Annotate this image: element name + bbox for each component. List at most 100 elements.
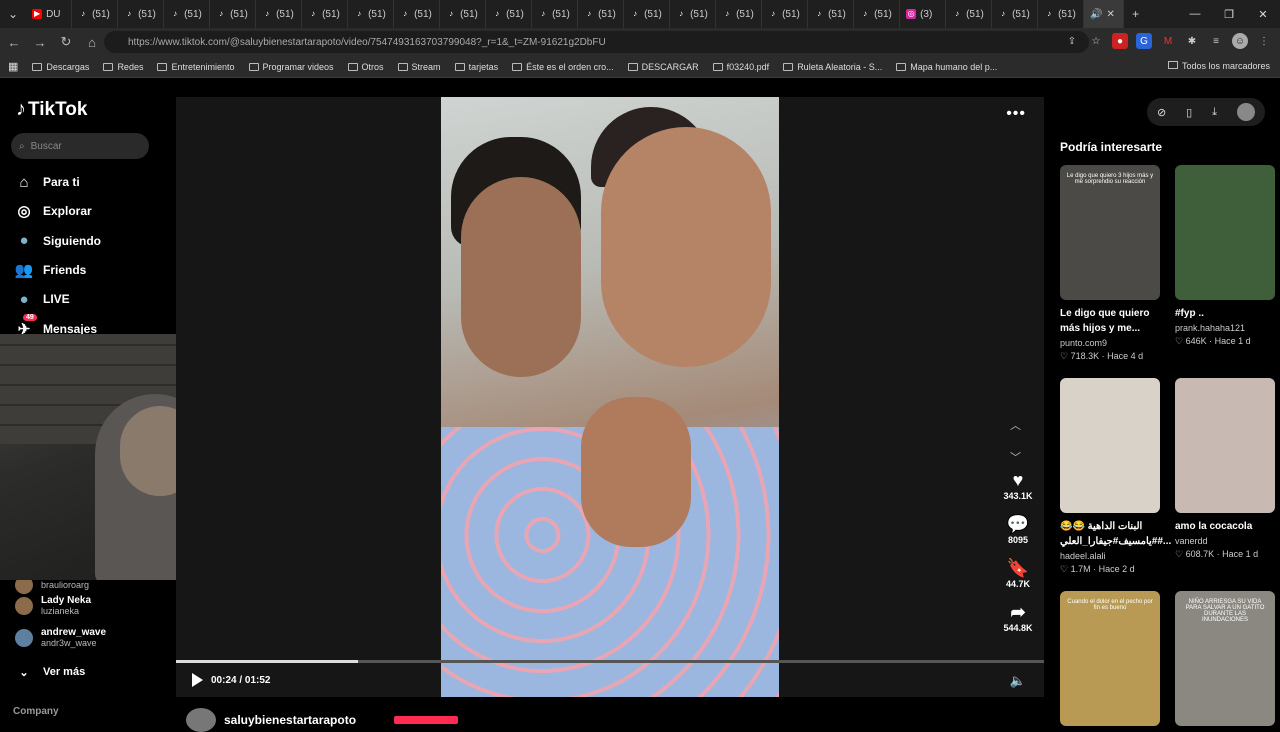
author-row[interactable]: saluybienestartarapoto [186, 708, 459, 732]
browser-tab[interactable]: ♪ (51) [762, 0, 809, 28]
see-more-button[interactable]: ⌄ Ver más [15, 663, 85, 681]
bookmark-item[interactable]: Mapa humano del p... [896, 62, 997, 72]
browser-tab[interactable]: ♪ (51) [854, 0, 901, 28]
browser-tab[interactable]: ♪ (51) [210, 0, 257, 28]
share-button[interactable]: ➦ 544.8K [998, 601, 1038, 633]
browser-tab[interactable]: ♪ (51) [1038, 0, 1085, 28]
browser-tab[interactable]: ▶ DU [26, 0, 73, 28]
like-button[interactable]: ♥ 343.1K [998, 469, 1038, 501]
play-icon[interactable] [192, 673, 203, 687]
company-link[interactable]: Company [13, 706, 59, 717]
extension-m-icon[interactable]: M [1160, 33, 1176, 49]
browser-tab[interactable]: ♪ (51) [670, 0, 717, 28]
home-browser-icon[interactable]: ⌂ [80, 30, 104, 54]
bookmark-item[interactable]: Entretenimiento [157, 62, 235, 72]
suggested-video-card[interactable]: NIÑO ARRIESGA SU VIDA PARA SALVAR A UN G… [1175, 591, 1277, 726]
browser-tab[interactable]: ♪ (51) [532, 0, 579, 28]
all-bookmarks[interactable]: Todos los marcadores [1167, 61, 1270, 71]
url-field[interactable]: https://www.tiktok.com/@saluybienestarta… [104, 31, 1089, 53]
forward-icon[interactable]: → [28, 30, 52, 54]
volume-icon[interactable]: 🔈 [1010, 673, 1026, 689]
browser-tab[interactable]: ♪ (51) [118, 0, 165, 28]
following-account[interactable]: andrew_wave andr3w_wave [15, 627, 106, 649]
browser-tab[interactable]: ♪ (51) [72, 0, 119, 28]
suggested-video-card[interactable]: Cuando el dolor en el pecho por fin es b… [1060, 591, 1162, 726]
puzzle-icon[interactable]: ✱ [1184, 33, 1200, 49]
browser-tab[interactable]: ♪ (51) [394, 0, 441, 28]
following-account[interactable]: Lady Neka luzianeka [15, 595, 91, 617]
active-tab[interactable]: 🔊 ✕ [1084, 0, 1125, 28]
video-thumbnail[interactable] [1175, 165, 1275, 300]
sidebar-item-explorar[interactable]: ◎ Explorar [15, 202, 91, 220]
suggested-video-card[interactable]: البنات الداهية 😂😂 #يامسيف#جيفارا_العلي#.… [1060, 378, 1171, 575]
video-thumbnail[interactable]: NIÑO ARRIESGA SU VIDA PARA SALVAR A UN G… [1175, 591, 1275, 726]
browser-tab[interactable]: ♪ (51) [946, 0, 993, 28]
menu-icon[interactable]: ⋮ [1256, 33, 1272, 49]
suggested-video-card[interactable]: Le digo que quiero 3 hijos más y me sorp… [1060, 165, 1162, 362]
progress-bar[interactable] [176, 660, 1044, 663]
chevron-up-icon[interactable]: ︿ [1010, 417, 1021, 433]
media-icon[interactable]: ≡ [1208, 33, 1224, 49]
author-name[interactable]: saluybienestartarapoto [224, 713, 356, 727]
browser-tab[interactable]: ♪ (51) [716, 0, 763, 28]
search-input[interactable]: ⌕ Buscar [11, 133, 149, 159]
profile-icon[interactable]: ☺ [1232, 33, 1248, 49]
browser-tab[interactable]: ♪ (51) [302, 0, 349, 28]
video-thumbnail[interactable]: Cuando el dolor en el pecho por fin es b… [1060, 591, 1160, 726]
bookmark-item[interactable]: Descargas [32, 62, 89, 72]
bookmark-item[interactable]: f03240.pdf [712, 62, 769, 72]
new-tab-icon[interactable]: + [1124, 7, 1147, 21]
video-thumbnail[interactable]: Le digo que quiero 3 hijos más y me sorp… [1060, 165, 1160, 300]
tab-search-icon[interactable]: ⌄ [0, 7, 26, 21]
browser-tab[interactable]: ♪ (51) [578, 0, 625, 28]
sidebar-item-friends[interactable]: 👥 Friends [15, 261, 87, 279]
user-avatar[interactable] [1236, 103, 1255, 121]
bookmark-item[interactable]: Éste es el orden cro... [512, 62, 614, 72]
browser-tab[interactable]: ♪ (51) [808, 0, 855, 28]
browser-tab[interactable]: ♪ (51) [164, 0, 211, 28]
browser-tab[interactable]: ◎ (3) [900, 0, 947, 28]
bookmark-item[interactable]: Programar videos [248, 62, 334, 72]
download-icon[interactable]: ⤓ [1212, 106, 1217, 119]
bookmark-item[interactable]: Redes [103, 62, 143, 72]
star-icon[interactable]: ☆ [1088, 33, 1104, 49]
apps-icon[interactable]: ▦ [8, 60, 18, 73]
device-icon[interactable]: ▯ [1186, 106, 1192, 119]
author-avatar[interactable] [186, 708, 216, 732]
suggested-video-card[interactable]: amo la cocacola vanerdd ♡ 608.7K · Hace 1 … [1175, 378, 1277, 560]
coin-icon[interactable]: ⊘ [1157, 106, 1166, 119]
extension-red-icon[interactable]: ● [1112, 33, 1128, 49]
sidebar-item-live[interactable]: ● LIVE [15, 290, 69, 308]
extension-blue-icon[interactable]: G [1136, 33, 1152, 49]
bookmark-item[interactable]: Stream [397, 62, 441, 72]
back-icon[interactable]: ← [2, 30, 26, 54]
browser-tab[interactable]: ♪ (51) [440, 0, 487, 28]
video-player[interactable]: ••• ︿ ﹀ ♥ 343.1K 💬 8095 🔖 44.7K ➦ 544.8K 00:… [176, 97, 1044, 697]
bookmark-item[interactable]: DESCARGAR [627, 62, 699, 72]
browser-tab[interactable]: ♪ (51) [992, 0, 1039, 28]
browser-tab[interactable]: ♪ (51) [348, 0, 395, 28]
browser-tab[interactable]: ♪ (51) [256, 0, 303, 28]
follow-button[interactable] [394, 716, 459, 724]
chevron-down-icon[interactable]: ﹀ [1010, 449, 1021, 465]
suggested-video-card[interactable]: #fyp .. prank.hahaha121 ♡ 646K · Hace 1 d [1175, 165, 1277, 347]
save-button[interactable]: 🔖 44.7K [998, 557, 1038, 589]
bookmark-item[interactable]: Ruleta Aleatoria - S... [783, 62, 882, 72]
video-thumbnail[interactable] [1175, 378, 1275, 513]
browser-tab[interactable]: ♪ (51) [486, 0, 533, 28]
sidebar-item-siguiendo[interactable]: ● Siguiendo [15, 232, 101, 250]
sidebar-item-para-ti[interactable]: ⌂ Para ti [15, 173, 79, 191]
video-frame[interactable] [441, 97, 779, 697]
browser-tab[interactable]: ♪ (51) [624, 0, 671, 28]
tiktok-logo[interactable]: ♪ TikTok [16, 98, 87, 121]
restore-icon[interactable]: ❐ [1212, 0, 1246, 28]
install-icon[interactable]: ⇪ [1064, 33, 1080, 49]
close-tab-icon[interactable]: ✕ [1107, 9, 1115, 20]
close-window-icon[interactable]: ✕ [1246, 0, 1280, 28]
comment-button[interactable]: 💬 8095 [998, 513, 1038, 545]
video-thumbnail[interactable] [1060, 378, 1160, 513]
bookmark-item[interactable]: tarjetas [454, 62, 498, 72]
minimize-icon[interactable]: — [1178, 0, 1212, 28]
more-options-icon[interactable]: ••• [1006, 105, 1026, 123]
bookmark-item[interactable]: Otros [347, 62, 384, 72]
